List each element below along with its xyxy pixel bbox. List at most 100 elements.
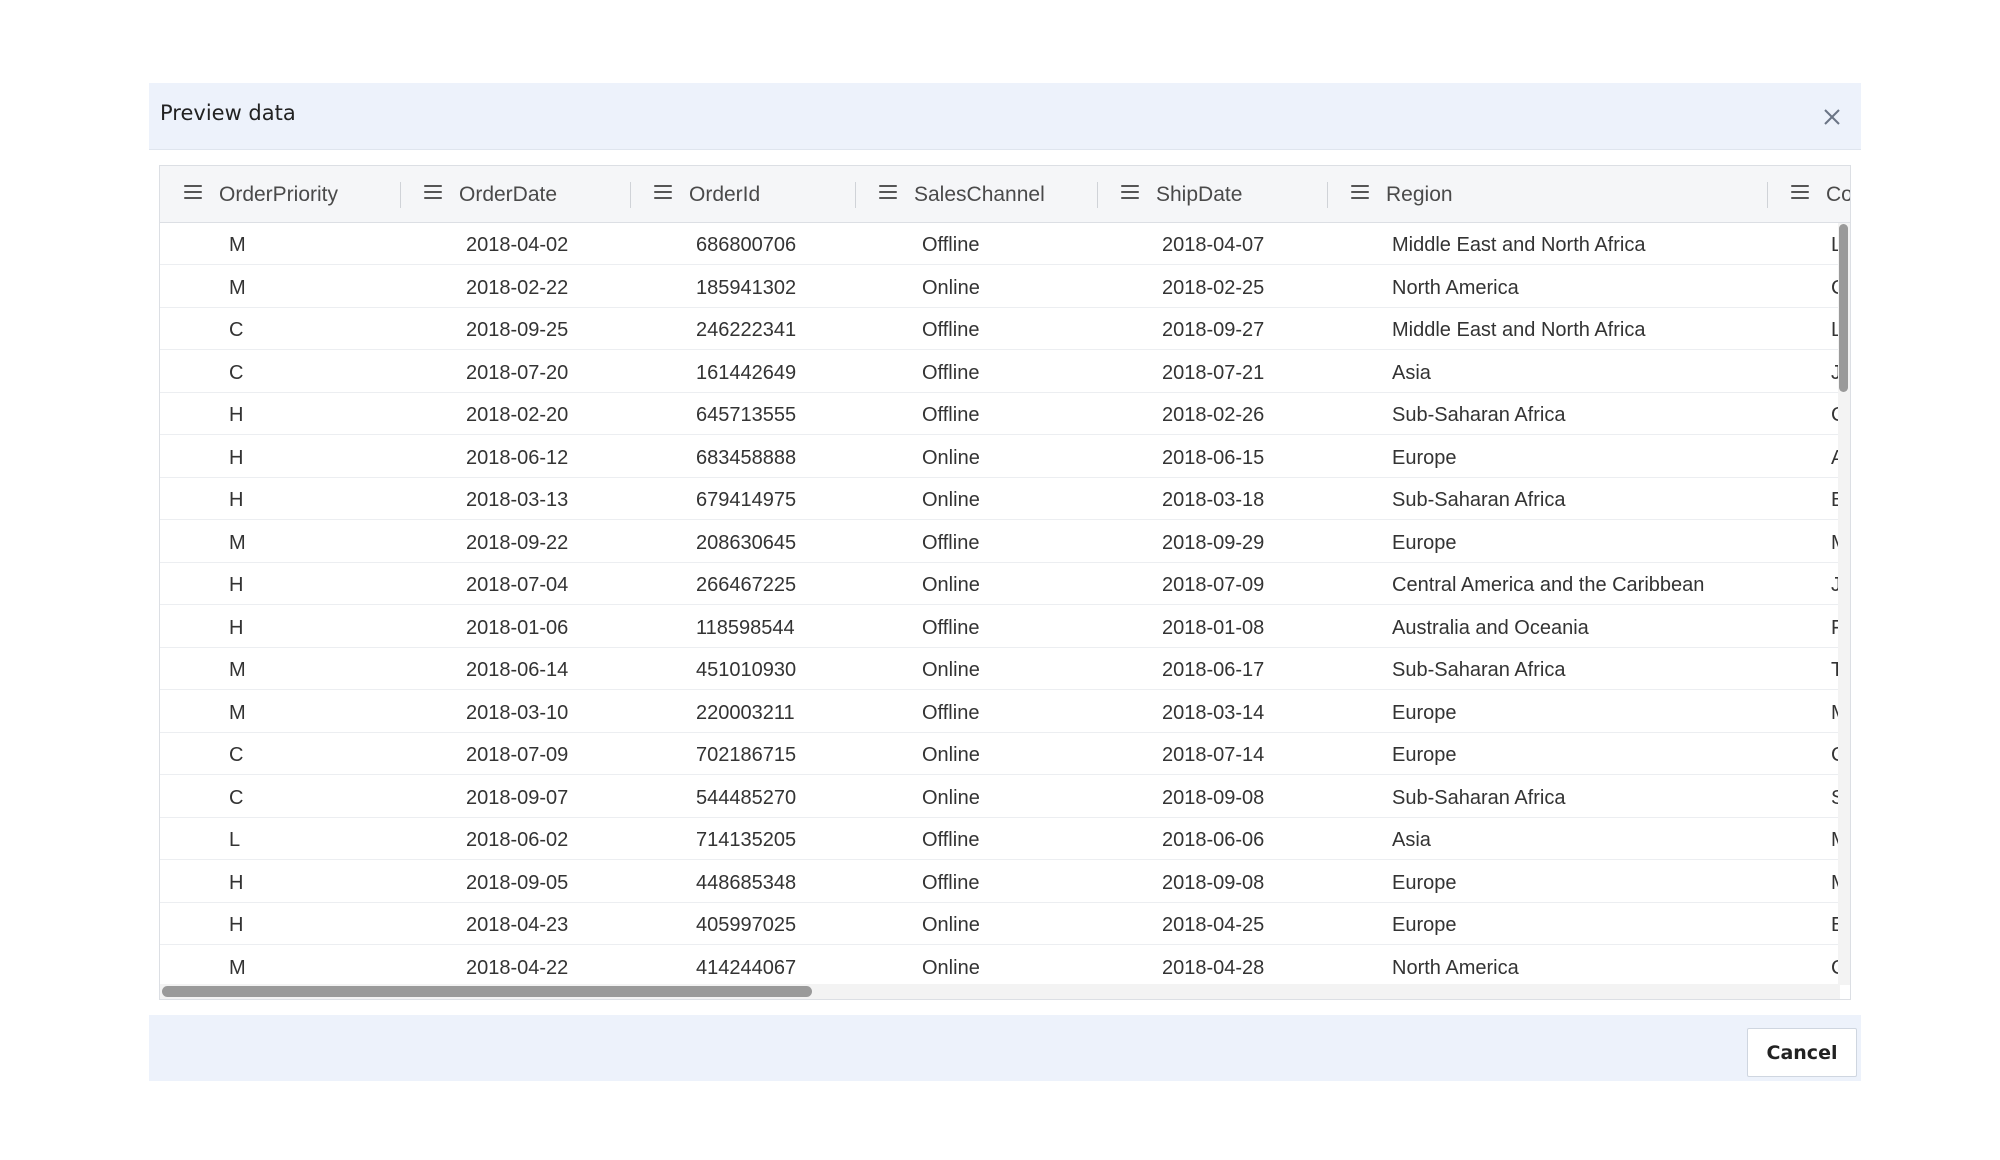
table-cell-orderid: 686800706 — [696, 234, 797, 256]
column-header-orderpriority[interactable]: OrderPriority — [160, 166, 400, 222]
table-cell-orderdate: 2018-02-20 — [466, 404, 569, 426]
table-cell-saleschannel: Online — [922, 744, 980, 766]
table-row[interactable]: H 2018-01-06 118598544 Offline 2018-01-08 Aus… — [160, 606, 1840, 648]
table-row[interactable]: C 2018-07-20 161442649 Offline 2018-07-21 Asi… — [160, 351, 1840, 393]
table-row[interactable]: M 2018-06-14 451010930 Online 2018-06-17 Sub-… — [160, 648, 1840, 690]
column-header-orderid[interactable]: OrderId — [630, 166, 855, 222]
column-resize-handle[interactable] — [1327, 182, 1328, 208]
table-row[interactable]: H 2018-09-05 448685348 Offline 2018-09-08 Eur… — [160, 861, 1840, 903]
table-cell-orderpriority: M — [229, 956, 246, 979]
table-cell-shipdate: 2018-03-18 — [1162, 489, 1265, 511]
table-cell-orderdate: 2018-04-22 — [466, 956, 569, 979]
table-cell-region: Asia — [1392, 829, 1431, 851]
table-row[interactable]: H 2018-07-04 266467225 Online 2018-07-09 Cent… — [160, 563, 1840, 605]
table-cell-orderpriority: L — [229, 829, 241, 851]
table-cell-saleschannel: Online — [922, 276, 980, 299]
table-cell-orderid: 161442649 — [696, 361, 797, 384]
dialog-footer: Cancel — [149, 1015, 1861, 1081]
table-cell-orderdate: 2018-02-22 — [466, 276, 569, 299]
table-cell-shipdate: 2018-07-09 — [1162, 574, 1265, 596]
table-row[interactable]: C 2018-09-25 246222341 Offline 2018-09-27 Mid… — [160, 308, 1840, 350]
column-menu-icon[interactable] — [1351, 185, 1369, 201]
table-cell-orderdate: 2018-07-09 — [466, 744, 569, 766]
table-cell-region: Europe — [1392, 446, 1457, 469]
column-resize-handle[interactable] — [855, 182, 856, 208]
table-cell-orderid: 414244067 — [696, 956, 797, 979]
column-menu-icon[interactable] — [184, 185, 202, 201]
table-cell-orderdate: 2018-06-12 — [466, 446, 569, 469]
table-cell-orderpriority: H — [229, 446, 244, 469]
table-cell-saleschannel: Offline — [922, 404, 980, 426]
table-row[interactable]: M 2018-04-02 686800706 Offline 2018-04-07 Mid… — [160, 223, 1840, 265]
close-button[interactable] — [1817, 102, 1847, 132]
column-header-region[interactable]: Region — [1327, 166, 1767, 222]
table-cell-orderdate: 2018-09-25 — [466, 319, 569, 341]
table-row[interactable]: M 2018-09-22 208630645 Offline 2018-09-29 Eur… — [160, 521, 1840, 563]
table-cell-region: Sub-Saharan Africa — [1392, 786, 1566, 809]
table-cell-orderpriority: H — [229, 404, 244, 426]
table-row[interactable]: M 2018-04-22 414244067 Online 2018-04-28 Nort… — [160, 946, 1840, 986]
table-cell-region: Europe — [1392, 701, 1457, 724]
table-cell-orderid: 185941302 — [696, 276, 797, 299]
vertical-scrollbar-thumb[interactable] — [1839, 224, 1848, 392]
grid-header: OrderPriority OrderDate OrderId SalesChanne… — [160, 166, 1850, 223]
column-menu-icon[interactable] — [879, 185, 897, 201]
table-cell-orderid: 544485270 — [696, 786, 797, 809]
column-menu-icon[interactable] — [1791, 185, 1809, 201]
column-header-shipdate[interactable]: ShipDate — [1097, 166, 1327, 222]
table-cell-saleschannel: Online — [922, 914, 980, 936]
horizontal-scrollbar-thumb[interactable] — [162, 986, 812, 997]
table-row[interactable]: H 2018-03-13 679414975 Online 2018-03-18 Sub-… — [160, 478, 1840, 520]
table-row[interactable]: H 2018-06-12 683458888 Online 2018-06-15 Euro… — [160, 436, 1840, 478]
horizontal-scrollbar[interactable] — [160, 984, 1840, 999]
table-cell-orderid: 405997025 — [696, 914, 797, 936]
table-cell-orderpriority: C — [229, 786, 244, 809]
table-cell-region: North America — [1392, 956, 1519, 979]
table-cell-orderid: 679414975 — [696, 489, 797, 511]
column-resize-handle[interactable] — [630, 182, 631, 208]
column-header-label: Cou — [1826, 183, 1850, 206]
table-row[interactable]: M 2018-02-22 185941302 Online 2018-02-25 Nort… — [160, 266, 1840, 308]
column-header-label: OrderDate — [459, 183, 558, 206]
table-cell-orderdate: 2018-06-14 — [466, 659, 569, 681]
table-cell-region: Europe — [1392, 871, 1457, 894]
column-header-label: SalesChannel — [914, 183, 1045, 206]
table-row[interactable]: C 2018-07-09 702186715 Online 2018-07-14 Euro… — [160, 733, 1840, 775]
table-cell-orderid: 220003211 — [696, 701, 795, 724]
table-cell-orderpriority: M — [229, 659, 246, 681]
column-resize-handle[interactable] — [1097, 182, 1098, 208]
column-resize-handle[interactable] — [400, 182, 401, 208]
table-cell-shipdate: 2018-04-25 — [1162, 914, 1265, 936]
table-cell-region: North America — [1392, 276, 1519, 299]
table-cell-region: Middle East and North Africa — [1392, 234, 1646, 256]
table-cell-saleschannel: Online — [922, 956, 980, 979]
table-cell-shipdate: 2018-06-15 — [1162, 446, 1265, 469]
column-resize-handle[interactable] — [1767, 182, 1768, 208]
table-cell-region: Central America and the Caribbean — [1392, 574, 1705, 596]
table-row[interactable]: H 2018-02-20 645713555 Offline 2018-02-26 Sub… — [160, 393, 1840, 435]
table-cell-shipdate: 2018-09-29 — [1162, 531, 1265, 554]
table-cell-orderid: 451010930 — [696, 659, 797, 681]
table-row[interactable]: C 2018-09-07 544485270 Online 2018-09-08 Sub-… — [160, 776, 1840, 818]
column-menu-icon[interactable] — [654, 185, 672, 201]
column-header-label: OrderId — [689, 183, 761, 206]
table-cell-region: Europe — [1392, 531, 1457, 554]
table-row[interactable]: L 2018-06-02 714135205 Offline 2018-06-06 Asi… — [160, 818, 1840, 860]
table-row[interactable]: M 2018-03-10 220003211 Offline 2018-03-14 Eur… — [160, 691, 1840, 733]
cancel-button[interactable]: Cancel — [1747, 1028, 1857, 1077]
data-grid: OrderPriority OrderDate OrderId SalesChanne… — [159, 165, 1851, 1000]
column-header-country[interactable]: Cou — [1767, 166, 1850, 222]
column-header-orderdate[interactable]: OrderDate — [400, 166, 630, 222]
table-row[interactable]: H 2018-04-23 405997025 Online 2018-04-25 Euro… — [160, 903, 1840, 945]
grid-body: M 2018-04-02 686800706 Offline 2018-04-07 Mid… — [160, 223, 1840, 985]
table-cell-orderpriority: M — [229, 531, 246, 554]
column-menu-icon[interactable] — [1121, 185, 1139, 201]
table-cell-shipdate: 2018-07-21 — [1162, 361, 1265, 384]
table-cell-orderid: 702186715 — [696, 744, 797, 766]
table-cell-orderpriority: H — [229, 616, 244, 639]
column-menu-icon[interactable] — [424, 185, 442, 201]
column-header-saleschannel[interactable]: SalesChannel — [855, 166, 1097, 222]
table-cell-orderpriority: M — [229, 701, 246, 724]
table-cell-orderdate: 2018-09-07 — [466, 786, 569, 809]
table-cell-orderpriority: H — [229, 871, 244, 894]
